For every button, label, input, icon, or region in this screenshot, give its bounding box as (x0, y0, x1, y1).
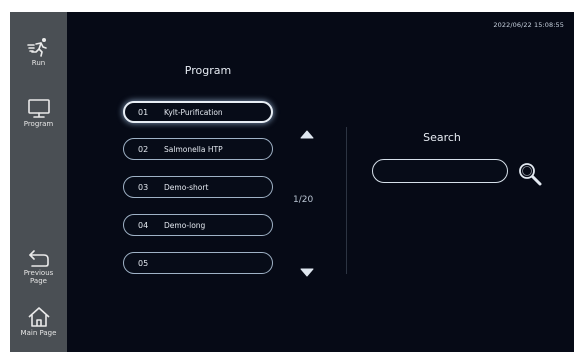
program-number: 03 (138, 182, 149, 192)
triangle-down-icon (300, 268, 314, 277)
page-indicator: 1/20 (293, 195, 314, 205)
program-name: Demo-long (164, 220, 206, 230)
program-name: Kylt-Purification (164, 107, 223, 117)
sidebar-item-run[interactable]: Run (10, 37, 67, 67)
program-item-02[interactable]: 02 Salmonella HTP (123, 138, 273, 160)
scroll-up-button[interactable] (300, 124, 314, 139)
program-number: 04 (138, 220, 149, 230)
sidebar-item-label: Run (31, 59, 46, 67)
monitor-icon (27, 99, 51, 119)
timestamp: 2022/06/22 15:08:55 (493, 21, 564, 29)
program-number: 05 (138, 258, 149, 268)
search-input[interactable] (372, 159, 508, 183)
scroll-down-button[interactable] (300, 263, 314, 277)
program-item-03[interactable]: 03 Demo-short (123, 176, 273, 198)
program-number: 02 (138, 144, 149, 154)
program-title: Program (184, 64, 232, 77)
program-item-01[interactable]: 01 Kylt-Purification (123, 101, 273, 123)
program-item-05[interactable]: 05 (123, 252, 273, 274)
search-button[interactable] (517, 161, 543, 187)
sidebar-item-program[interactable]: Program (10, 99, 67, 128)
program-name: Salmonella HTP (164, 144, 223, 154)
sidebar-item-label: Program (23, 120, 54, 128)
sidebar-item-main-page[interactable]: Main Page (10, 306, 67, 337)
triangle-up-icon (300, 130, 314, 139)
sidebar-item-previous-page[interactable]: Previous Page (10, 248, 67, 285)
sidebar-item-label: Main Page (20, 329, 57, 337)
search-title: Search (423, 131, 461, 144)
program-number: 01 (138, 107, 149, 117)
program-name: Demo-short (164, 182, 209, 192)
search-icon (519, 163, 542, 186)
device-screen: Run Program Previous Page Main Page 2022… (10, 12, 574, 352)
divider (346, 127, 347, 274)
sidebar: Run Program Previous Page Main Page (10, 12, 67, 352)
return-arrow-icon (27, 248, 51, 268)
sidebar-item-label: Previous Page (23, 269, 54, 285)
running-person-icon (26, 37, 51, 57)
home-icon (27, 306, 51, 328)
program-item-04[interactable]: 04 Demo-long (123, 214, 273, 236)
